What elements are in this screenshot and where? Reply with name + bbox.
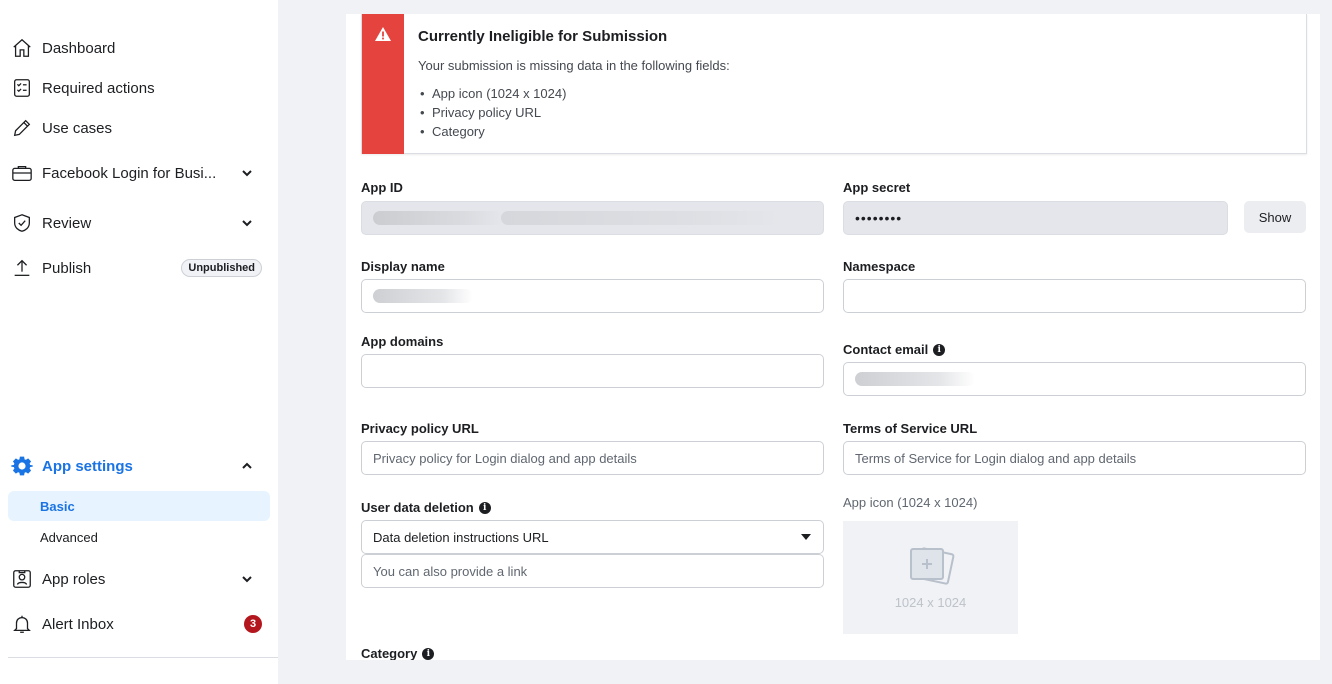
privacy-policy-label: Privacy policy URL xyxy=(361,421,479,436)
app-secret-field[interactable]: •••••••• xyxy=(843,201,1228,235)
sidebar-item-label: Use cases xyxy=(42,119,113,137)
sidebar-item-label: Facebook Login for Busi... xyxy=(42,164,217,182)
sidebar-item-label: Publish xyxy=(42,259,92,277)
basic-settings-panel: Currently Ineligible for Submission Your… xyxy=(346,14,1320,660)
missing-fields-list: App icon (1024 x 1024) Privacy policy UR… xyxy=(418,86,566,143)
contact-email-field[interactable] xyxy=(843,362,1306,396)
namespace-label: Namespace xyxy=(843,259,916,274)
data-deletion-selected: Data deletion instructions URL xyxy=(373,529,549,545)
sidebar-subitem-basic[interactable]: Basic xyxy=(8,491,270,521)
caret-down-icon xyxy=(801,534,811,540)
terms-label: Terms of Service URL xyxy=(843,421,978,436)
sidebar-item-app-settings[interactable]: App settings xyxy=(8,450,270,482)
sidebar: Dashboard Required actions Use cases Fac… xyxy=(0,0,278,684)
alert-bar xyxy=(362,14,404,154)
namespace-field[interactable] xyxy=(843,279,1306,313)
chevron-down-icon[interactable] xyxy=(238,164,256,182)
contact-email-label-text: Contact email xyxy=(843,342,929,357)
list-item: Privacy policy URL xyxy=(418,105,566,124)
sidebar-item-label: Review xyxy=(42,214,92,232)
sidebar-item-review[interactable]: Review xyxy=(8,207,270,239)
sidebar-item-label: App roles xyxy=(42,570,106,588)
sidebar-item-publish[interactable]: Publish Unpublished xyxy=(8,252,270,284)
category-label: Category i xyxy=(361,646,435,660)
redacted-value xyxy=(373,289,473,303)
sidebar-subitem-advanced[interactable]: Advanced xyxy=(8,522,270,552)
user-data-deletion-label: User data deletion i xyxy=(361,500,491,515)
sidebar-item-dashboard[interactable]: Dashboard xyxy=(8,32,270,64)
sidebar-divider xyxy=(8,657,278,658)
data-deletion-select[interactable]: Data deletion instructions URL xyxy=(361,520,824,554)
app-id-label: App ID xyxy=(361,180,403,195)
chevron-down-icon[interactable] xyxy=(238,570,256,588)
sidebar-item-label: App settings xyxy=(42,457,133,475)
sidebar-item-alert-inbox[interactable]: Alert Inbox 3 xyxy=(8,608,270,640)
sidebar-item-label: Required actions xyxy=(42,79,155,97)
sidebar-item-required-actions[interactable]: Required actions xyxy=(8,72,270,104)
app-secret-label: App secret xyxy=(843,180,911,195)
display-name-field[interactable] xyxy=(361,279,824,313)
sidebar-item-label: Dashboard xyxy=(42,39,116,57)
alert-description: Your submission is missing data in the f… xyxy=(418,58,730,73)
gear-icon xyxy=(10,454,34,478)
app-frame: Dashboard Required actions Use cases Fac… xyxy=(0,0,1332,684)
chevron-up-icon[interactable] xyxy=(238,457,256,475)
app-icon-upload[interactable]: 1024 x 1024 xyxy=(843,521,1018,634)
chevron-down-icon[interactable] xyxy=(238,214,256,232)
category-label-text: Category xyxy=(361,646,418,660)
sidebar-item-app-roles[interactable]: App roles xyxy=(8,563,270,595)
id-badge-icon xyxy=(10,567,34,591)
info-icon[interactable]: i xyxy=(478,501,491,514)
redacted-value xyxy=(501,211,781,225)
pencil-icon xyxy=(10,116,34,140)
info-icon[interactable]: i xyxy=(933,343,946,356)
sidebar-item-label: Alert Inbox xyxy=(42,615,114,633)
privacy-policy-placeholder: Privacy policy for Login dialog and app … xyxy=(373,450,637,466)
shield-check-icon xyxy=(10,211,34,235)
info-icon[interactable]: i xyxy=(422,647,435,660)
display-name-label: Display name xyxy=(361,259,445,274)
home-icon xyxy=(10,36,34,60)
status-badge: Unpublished xyxy=(181,259,262,277)
app-domains-field[interactable] xyxy=(361,354,824,388)
terms-url-field[interactable]: Terms of Service for Login dialog and ap… xyxy=(843,441,1306,475)
image-placeholder-icon xyxy=(909,547,954,585)
terms-placeholder: Terms of Service for Login dialog and ap… xyxy=(855,450,1137,466)
app-icon-label: App icon (1024 x 1024) xyxy=(843,495,978,510)
redacted-value xyxy=(373,211,503,225)
privacy-policy-url-field[interactable]: Privacy policy for Login dialog and app … xyxy=(361,441,824,475)
upload-icon xyxy=(10,256,34,280)
notification-count-badge: 3 xyxy=(244,615,262,633)
masked-secret: •••••••• xyxy=(855,210,903,226)
alert-title: Currently Ineligible for Submission xyxy=(418,28,668,45)
app-icon-dimensions: 1024 x 1024 xyxy=(894,595,967,610)
list-item: App icon (1024 x 1024) xyxy=(418,86,566,105)
warning-icon xyxy=(375,27,391,41)
user-data-deletion-label-text: User data deletion xyxy=(361,500,474,515)
sidebar-item-use-cases[interactable]: Use cases xyxy=(8,112,270,144)
sidebar-subitem-label: Basic xyxy=(40,498,75,514)
data-deletion-placeholder: You can also provide a link xyxy=(373,563,528,579)
briefcase-icon xyxy=(10,161,34,185)
contact-email-label: Contact email i xyxy=(843,342,946,357)
submission-alert: Currently Ineligible for Submission Your… xyxy=(361,14,1307,154)
list-item: Category xyxy=(418,124,566,143)
data-deletion-link-field[interactable]: You can also provide a link xyxy=(361,554,824,588)
checklist-icon xyxy=(10,76,34,100)
sidebar-subitem-label: Advanced xyxy=(40,529,98,545)
bell-icon xyxy=(10,612,34,636)
app-domains-label: App domains xyxy=(361,334,444,349)
show-secret-button[interactable]: Show xyxy=(1244,201,1306,233)
redacted-value xyxy=(855,372,975,386)
sidebar-item-facebook-login[interactable]: Facebook Login for Busi... xyxy=(8,157,270,189)
app-id-field[interactable] xyxy=(361,201,824,235)
